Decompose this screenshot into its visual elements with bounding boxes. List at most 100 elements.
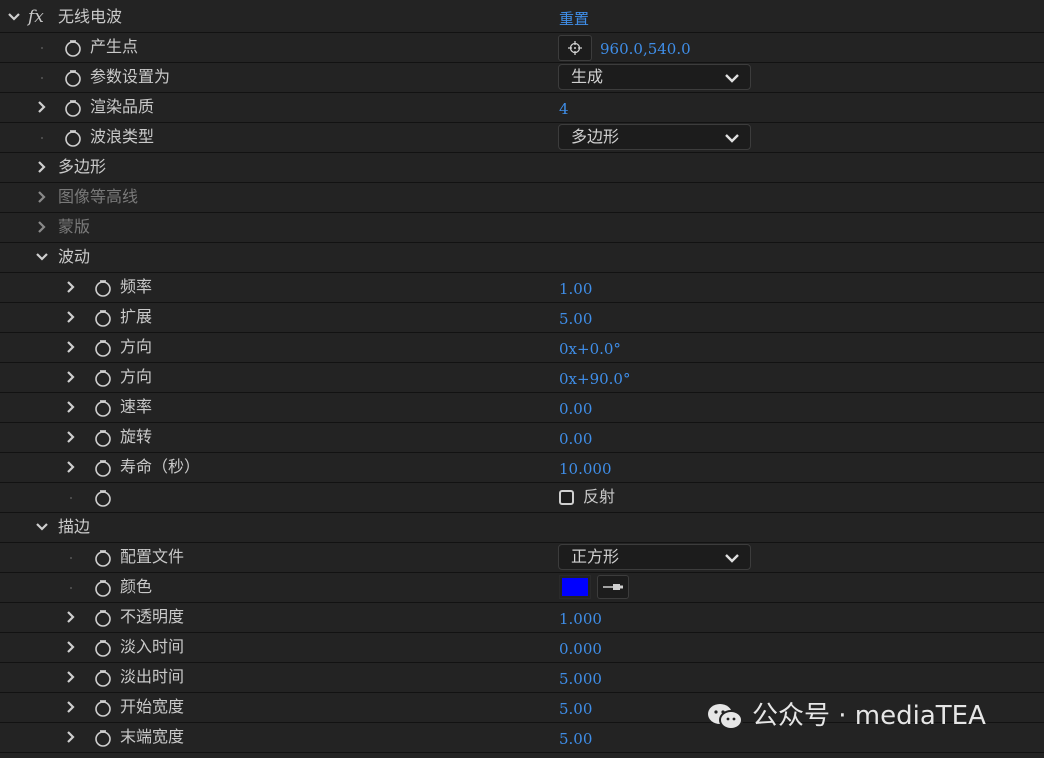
effect-header-row: fx 无线电波 重置	[0, 3, 1044, 33]
row-dot	[41, 77, 43, 79]
stopwatch-icon[interactable]	[93, 458, 113, 478]
fade-in-label: 淡入时间	[120, 637, 185, 656]
wave-type-dropdown[interactable]: 多边形	[558, 124, 751, 150]
stopwatch-icon[interactable]	[93, 428, 113, 448]
chevron-right-icon[interactable]	[63, 609, 79, 625]
stopwatch-icon[interactable]	[63, 128, 83, 148]
color-swatch[interactable]	[559, 575, 591, 599]
stopwatch-icon[interactable]	[63, 38, 83, 58]
chevron-right-icon[interactable]	[63, 639, 79, 655]
expansion-value[interactable]: 5.00	[559, 309, 592, 329]
profile-row: 配置文件 正方形	[0, 543, 1044, 573]
chevron-right-icon[interactable]	[34, 219, 50, 235]
direction-value[interactable]: 0x+90.0°	[559, 369, 630, 389]
origin-value[interactable]: 960.0,540.0	[600, 39, 691, 59]
stopwatch-icon[interactable]	[93, 338, 113, 358]
profile-dropdown[interactable]: 正方形	[558, 544, 751, 570]
chevron-right-icon[interactable]	[63, 309, 79, 325]
direction-label: 方向	[120, 367, 153, 386]
chevron-right-icon[interactable]	[63, 429, 79, 445]
effect-controls-panel: fx 无线电波 重置 产生点 960.0,540.0 参数设置为 生成 渲染品质…	[0, 0, 1044, 758]
chevron-right-icon[interactable]	[63, 279, 79, 295]
frequency-label: 频率	[120, 277, 153, 296]
row-dot	[70, 587, 72, 589]
chevron-down-icon[interactable]	[6, 9, 22, 25]
render-quality-label: 渲染品质	[90, 97, 155, 116]
color-label: 颜色	[120, 577, 153, 596]
fade-in-value[interactable]: 0.000	[559, 639, 602, 659]
chevron-right-icon[interactable]	[34, 159, 50, 175]
stopwatch-icon[interactable]	[63, 98, 83, 118]
spin-row: 旋转 0.00	[0, 423, 1044, 453]
reset-link[interactable]: 重置	[559, 9, 589, 29]
chevron-right-icon[interactable]	[63, 459, 79, 475]
velocity-value[interactable]: 0.00	[559, 399, 592, 419]
param-set-row: 参数设置为 生成	[0, 63, 1044, 93]
frequency-row: 频率 1.00	[0, 273, 1044, 303]
param-set-label: 参数设置为	[90, 67, 171, 86]
start-width-label: 开始宽度	[120, 697, 185, 716]
stopwatch-icon[interactable]	[93, 608, 113, 628]
opacity-label: 不透明度	[120, 607, 185, 626]
chevron-right-icon[interactable]	[63, 339, 79, 355]
watermark-text: 公众号 · mediaTEA	[752, 701, 986, 731]
fade-out-value[interactable]: 5.000	[559, 669, 602, 689]
param-set-dropdown[interactable]: 生成	[558, 64, 751, 90]
chevron-right-icon[interactable]	[63, 369, 79, 385]
chevron-down-icon[interactable]	[34, 249, 50, 265]
stopwatch-icon[interactable]	[93, 638, 113, 658]
stopwatch-icon[interactable]	[93, 668, 113, 688]
row-dot	[70, 497, 72, 499]
chevron-right-icon[interactable]	[63, 399, 79, 415]
fx-icon[interactable]: fx	[28, 7, 44, 27]
wave-motion-group-row[interactable]: 波动	[0, 243, 1044, 273]
stopwatch-icon[interactable]	[93, 488, 113, 508]
chevron-right-icon[interactable]	[63, 699, 79, 715]
stopwatch-icon[interactable]	[93, 698, 113, 718]
mask-group-label: 蒙版	[58, 217, 91, 236]
profile-value: 正方形	[571, 547, 620, 566]
direction-row: 方向 0x+90.0°	[0, 363, 1044, 393]
stopwatch-icon[interactable]	[93, 278, 113, 298]
velocity-label: 速率	[120, 397, 153, 416]
stopwatch-icon[interactable]	[93, 308, 113, 328]
stopwatch-icon[interactable]	[93, 578, 113, 598]
chevron-right-icon[interactable]	[63, 669, 79, 685]
opacity-row: 不透明度 1.000	[0, 603, 1044, 633]
end-width-value[interactable]: 5.00	[559, 729, 592, 749]
reflection-label: 反射	[583, 487, 616, 506]
orientation-value[interactable]: 0x+0.0°	[559, 339, 621, 359]
stopwatch-icon[interactable]	[93, 728, 113, 748]
lifespan-value[interactable]: 10.000	[559, 459, 612, 479]
mask-group-row[interactable]: 蒙版	[0, 213, 1044, 243]
chevron-right-icon[interactable]	[34, 99, 50, 115]
wave-type-value: 多边形	[571, 127, 620, 146]
origin-label: 产生点	[90, 37, 139, 56]
stopwatch-icon[interactable]	[93, 368, 113, 388]
stopwatch-icon[interactable]	[93, 398, 113, 418]
chevron-down-icon[interactable]	[34, 519, 50, 535]
chevron-right-icon[interactable]	[63, 729, 79, 745]
chevron-down-icon	[724, 130, 740, 146]
chevron-right-icon[interactable]	[34, 189, 50, 205]
spin-value[interactable]: 0.00	[559, 429, 592, 449]
eyedropper-button[interactable]	[597, 575, 629, 599]
stroke-group-row[interactable]: 描边	[0, 513, 1044, 543]
opacity-value[interactable]: 1.000	[559, 609, 602, 629]
profile-label: 配置文件	[120, 547, 185, 566]
expansion-label: 扩展	[120, 307, 153, 326]
start-width-value[interactable]: 5.00	[559, 699, 592, 719]
point-target-button[interactable]	[558, 35, 592, 61]
orientation-row: 方向 0x+0.0°	[0, 333, 1044, 363]
image-contour-group-row[interactable]: 图像等高线	[0, 183, 1044, 213]
stopwatch-icon[interactable]	[93, 548, 113, 568]
render-quality-row: 渲染品质 4	[0, 93, 1044, 123]
wave-type-label: 波浪类型	[90, 127, 155, 146]
fade-in-row: 淡入时间 0.000	[0, 633, 1044, 663]
frequency-value[interactable]: 1.00	[559, 279, 592, 299]
reflection-checkbox[interactable]	[559, 490, 574, 505]
render-quality-value[interactable]: 4	[559, 99, 569, 119]
color-row: 颜色	[0, 573, 1044, 603]
polygon-group-row[interactable]: 多边形	[0, 153, 1044, 183]
stopwatch-icon[interactable]	[63, 68, 83, 88]
